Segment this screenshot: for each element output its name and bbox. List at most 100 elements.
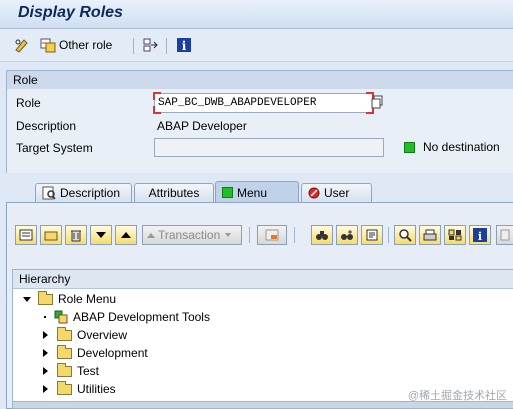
arrow-down-icon <box>96 232 106 238</box>
open-folder-icon <box>38 290 53 305</box>
grid-icon <box>448 229 462 241</box>
collapse-icon[interactable] <box>23 296 31 302</box>
toolbar-separator <box>294 227 295 243</box>
arrow-up-icon <box>147 232 155 238</box>
tree-item[interactable]: ABAP Development Tools <box>43 309 210 325</box>
tab-attributes[interactable]: Attributes <box>134 183 214 202</box>
tree-item-label: Development <box>77 346 148 360</box>
folder-icon <box>57 380 72 395</box>
pencil-glasses-icon <box>14 37 30 53</box>
title-bar: Display Roles <box>0 0 513 29</box>
find-button[interactable] <box>311 225 333 245</box>
zoom-button[interactable] <box>394 225 416 245</box>
copy-role-button[interactable] <box>371 95 385 109</box>
info-icon: i <box>473 228 487 242</box>
move-down-button[interactable] <box>90 225 112 245</box>
tree-item-label: Utilities <box>77 382 116 396</box>
display-change-button[interactable] <box>14 35 30 55</box>
find-next-button[interactable] <box>336 225 358 245</box>
other-role-label: Other role <box>59 38 113 52</box>
tree-item-label: Overview <box>77 328 128 342</box>
description-value: ABAP Developer <box>157 119 247 133</box>
navigate-button[interactable] <box>143 35 159 55</box>
tree-item-label: Test <box>77 364 100 378</box>
watermark: @稀土掘金技术社区 <box>407 390 507 402</box>
info-button[interactable]: i <box>176 35 192 55</box>
documentation-button[interactable] <box>361 225 383 245</box>
application-toolbar: Other role i <box>0 29 513 62</box>
copy-icon <box>371 95 383 109</box>
tree-item-label: ABAP Development Tools <box>73 310 210 324</box>
tab-label: User <box>324 186 350 200</box>
expand-icon[interactable] <box>43 367 48 375</box>
info-icon: i <box>176 37 192 53</box>
tab-strip: Description Attributes Menu User <box>6 181 513 203</box>
other-button[interactable] <box>257 225 287 245</box>
svg-text:i: i <box>182 39 187 53</box>
insert-node-icon <box>19 229 33 241</box>
focus-corner <box>153 106 161 114</box>
tab-menu[interactable]: Menu <box>215 181 299 203</box>
role-section-title: Role <box>13 73 38 87</box>
folder-icon <box>57 344 72 359</box>
binoculars-plus-icon <box>341 230 353 240</box>
new-folder-button[interactable] <box>40 225 62 245</box>
other-object-icon <box>40 37 56 53</box>
tree-root-label: Role Menu <box>58 292 117 306</box>
move-up-button[interactable] <box>115 225 137 245</box>
document-icon <box>366 229 378 241</box>
role-form: Role SAP_BC_DWB_ABAPDEVELOPER Descriptio… <box>6 89 513 173</box>
target-system-field[interactable] <box>154 138 384 157</box>
insert-node-button[interactable] <box>15 225 37 245</box>
description-label: Description <box>16 119 77 133</box>
bullet-icon <box>44 316 46 318</box>
transaction-label: Transaction <box>158 228 221 242</box>
hierarchy-header: Hierarchy <box>13 270 513 289</box>
tree-item[interactable]: Development <box>43 344 148 361</box>
status-green-icon <box>222 187 233 198</box>
binoculars-icon <box>316 231 328 240</box>
tab-label: Menu <box>237 185 268 200</box>
info-button[interactable]: i <box>469 225 491 245</box>
folder-icon <box>57 326 72 341</box>
folder-icon <box>57 362 72 377</box>
magnifier-icon <box>399 229 412 242</box>
hierarchy-arrow-icon <box>143 37 159 53</box>
folder-icon <box>44 231 58 241</box>
report-icon <box>265 229 279 241</box>
description-icon <box>42 186 56 200</box>
status-green-icon <box>404 142 415 153</box>
expand-icon[interactable] <box>43 349 48 357</box>
destination-status: No destination <box>423 140 500 154</box>
trash-icon <box>71 230 81 242</box>
role-label: Role <box>16 96 41 110</box>
status-red-icon <box>308 187 320 199</box>
toolbar-separator <box>166 38 167 54</box>
chevron-down-icon <box>225 233 232 237</box>
role-field[interactable]: SAP_BC_DWB_ABAPDEVELOPER <box>153 92 374 114</box>
toolbar-separator <box>133 38 134 54</box>
transaction-button[interactable]: Transaction <box>142 225 242 245</box>
tree-item[interactable]: Overview <box>43 326 128 343</box>
overflow-icon <box>500 229 510 241</box>
role-value: SAP_BC_DWB_ABAPDEVELOPER <box>158 97 317 109</box>
expand-icon[interactable] <box>43 385 48 393</box>
expand-icon[interactable] <box>43 331 48 339</box>
more-button[interactable] <box>496 225 513 245</box>
toolbar-separator <box>388 227 389 243</box>
other-role-button[interactable]: Other role <box>40 35 112 55</box>
tab-label: Description <box>60 186 121 200</box>
svg-text:i: i <box>478 230 482 242</box>
focus-corner <box>153 92 161 100</box>
tab-description[interactable]: Description <box>35 183 132 202</box>
hierarchy-title: Hierarchy <box>19 272 71 286</box>
arrow-up-icon <box>121 232 131 238</box>
print-button[interactable] <box>419 225 441 245</box>
tab-user[interactable]: User <box>301 183 372 202</box>
tree-root[interactable]: Role Menu <box>23 290 117 307</box>
tab-label: Attributes <box>148 186 200 200</box>
tree-item[interactable]: Utilities <box>43 380 116 397</box>
delete-node-button[interactable] <box>65 225 87 245</box>
tree-item[interactable]: Test <box>43 362 100 379</box>
configure-button[interactable] <box>444 225 466 245</box>
